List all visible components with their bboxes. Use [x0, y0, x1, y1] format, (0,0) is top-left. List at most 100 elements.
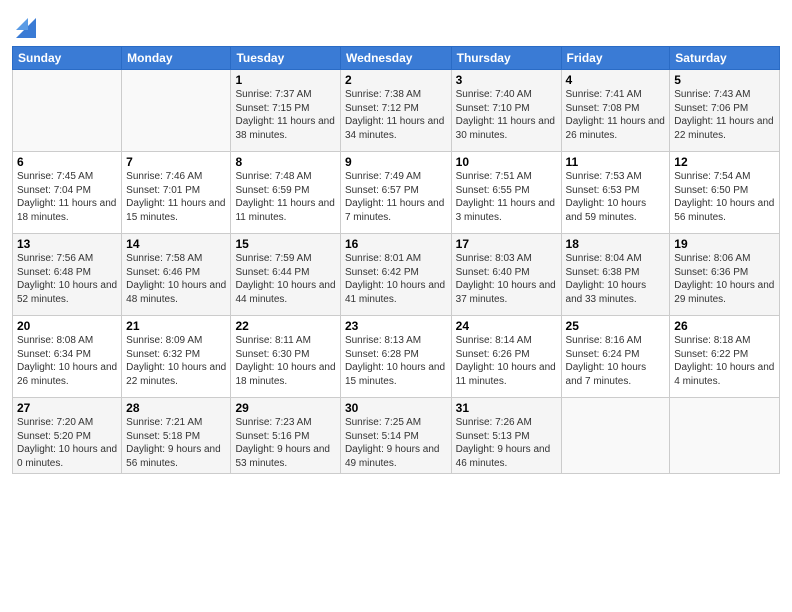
day-info: Sunrise: 7:48 AMSunset: 6:59 PMDaylight:…: [235, 170, 335, 224]
day-info: Sunrise: 7:21 AMSunset: 5:18 PMDaylight:…: [126, 416, 226, 470]
calendar-cell: 17Sunrise: 8:03 AMSunset: 6:40 PMDayligh…: [451, 234, 561, 316]
day-info: Sunrise: 7:46 AMSunset: 7:01 PMDaylight:…: [126, 170, 226, 224]
day-number: 18: [566, 237, 666, 251]
page: SundayMondayTuesdayWednesdayThursdayFrid…: [0, 0, 792, 612]
day-number: 28: [126, 401, 226, 415]
day-info: Sunrise: 7:45 AMSunset: 7:04 PMDaylight:…: [17, 170, 117, 224]
logo-icon: [16, 10, 36, 38]
day-number: 17: [456, 237, 557, 251]
calendar-cell: 23Sunrise: 8:13 AMSunset: 6:28 PMDayligh…: [340, 316, 451, 398]
day-number: 26: [674, 319, 775, 333]
calendar-cell: 22Sunrise: 8:11 AMSunset: 6:30 PMDayligh…: [231, 316, 340, 398]
day-number: 15: [235, 237, 335, 251]
day-number: 12: [674, 155, 775, 169]
calendar-cell: 25Sunrise: 8:16 AMSunset: 6:24 PMDayligh…: [561, 316, 670, 398]
calendar-cell: 27Sunrise: 7:20 AMSunset: 5:20 PMDayligh…: [13, 398, 122, 474]
calendar-cell: 5Sunrise: 7:43 AMSunset: 7:06 PMDaylight…: [670, 70, 780, 152]
day-info: Sunrise: 8:13 AMSunset: 6:28 PMDaylight:…: [345, 334, 447, 388]
calendar-cell: 3Sunrise: 7:40 AMSunset: 7:10 PMDaylight…: [451, 70, 561, 152]
day-info: Sunrise: 7:51 AMSunset: 6:55 PMDaylight:…: [456, 170, 557, 224]
day-info: Sunrise: 7:56 AMSunset: 6:48 PMDaylight:…: [17, 252, 117, 306]
col-header-wednesday: Wednesday: [340, 47, 451, 70]
day-info: Sunrise: 7:37 AMSunset: 7:15 PMDaylight:…: [235, 88, 335, 142]
calendar-cell: 1Sunrise: 7:37 AMSunset: 7:15 PMDaylight…: [231, 70, 340, 152]
day-number: 2: [345, 73, 447, 87]
calendar-cell: 10Sunrise: 7:51 AMSunset: 6:55 PMDayligh…: [451, 152, 561, 234]
day-number: 27: [17, 401, 117, 415]
day-number: 11: [566, 155, 666, 169]
day-number: 7: [126, 155, 226, 169]
day-number: 1: [235, 73, 335, 87]
day-number: 4: [566, 73, 666, 87]
day-number: 5: [674, 73, 775, 87]
col-header-tuesday: Tuesday: [231, 47, 340, 70]
day-number: 19: [674, 237, 775, 251]
day-info: Sunrise: 8:18 AMSunset: 6:22 PMDaylight:…: [674, 334, 775, 388]
calendar-cell: 9Sunrise: 7:49 AMSunset: 6:57 PMDaylight…: [340, 152, 451, 234]
day-info: Sunrise: 8:01 AMSunset: 6:42 PMDaylight:…: [345, 252, 447, 306]
calendar-cell: 29Sunrise: 7:23 AMSunset: 5:16 PMDayligh…: [231, 398, 340, 474]
calendar-cell: 13Sunrise: 7:56 AMSunset: 6:48 PMDayligh…: [13, 234, 122, 316]
calendar-cell: 15Sunrise: 7:59 AMSunset: 6:44 PMDayligh…: [231, 234, 340, 316]
calendar-cell: 12Sunrise: 7:54 AMSunset: 6:50 PMDayligh…: [670, 152, 780, 234]
day-info: Sunrise: 7:41 AMSunset: 7:08 PMDaylight:…: [566, 88, 666, 142]
calendar-cell: 2Sunrise: 7:38 AMSunset: 7:12 PMDaylight…: [340, 70, 451, 152]
logo: [12, 10, 36, 38]
day-info: Sunrise: 7:23 AMSunset: 5:16 PMDaylight:…: [235, 416, 335, 470]
calendar-cell: [13, 70, 122, 152]
day-info: Sunrise: 7:53 AMSunset: 6:53 PMDaylight:…: [566, 170, 666, 224]
day-info: Sunrise: 8:11 AMSunset: 6:30 PMDaylight:…: [235, 334, 335, 388]
calendar-cell: [670, 398, 780, 474]
calendar-cell: 19Sunrise: 8:06 AMSunset: 6:36 PMDayligh…: [670, 234, 780, 316]
calendar-table: SundayMondayTuesdayWednesdayThursdayFrid…: [12, 46, 780, 474]
day-info: Sunrise: 7:20 AMSunset: 5:20 PMDaylight:…: [17, 416, 117, 470]
calendar-cell: 24Sunrise: 8:14 AMSunset: 6:26 PMDayligh…: [451, 316, 561, 398]
day-number: 16: [345, 237, 447, 251]
day-number: 6: [17, 155, 117, 169]
calendar-cell: 7Sunrise: 7:46 AMSunset: 7:01 PMDaylight…: [122, 152, 231, 234]
col-header-monday: Monday: [122, 47, 231, 70]
day-number: 10: [456, 155, 557, 169]
day-info: Sunrise: 7:58 AMSunset: 6:46 PMDaylight:…: [126, 252, 226, 306]
day-info: Sunrise: 8:09 AMSunset: 6:32 PMDaylight:…: [126, 334, 226, 388]
calendar-cell: 11Sunrise: 7:53 AMSunset: 6:53 PMDayligh…: [561, 152, 670, 234]
calendar-cell: [561, 398, 670, 474]
day-number: 30: [345, 401, 447, 415]
calendar-week-1: 1Sunrise: 7:37 AMSunset: 7:15 PMDaylight…: [13, 70, 780, 152]
day-info: Sunrise: 7:38 AMSunset: 7:12 PMDaylight:…: [345, 88, 447, 142]
calendar-cell: [122, 70, 231, 152]
day-number: 13: [17, 237, 117, 251]
day-number: 20: [17, 319, 117, 333]
day-number: 3: [456, 73, 557, 87]
calendar-week-4: 20Sunrise: 8:08 AMSunset: 6:34 PMDayligh…: [13, 316, 780, 398]
day-info: Sunrise: 8:14 AMSunset: 6:26 PMDaylight:…: [456, 334, 557, 388]
calendar-cell: 30Sunrise: 7:25 AMSunset: 5:14 PMDayligh…: [340, 398, 451, 474]
calendar-week-2: 6Sunrise: 7:45 AMSunset: 7:04 PMDaylight…: [13, 152, 780, 234]
col-header-thursday: Thursday: [451, 47, 561, 70]
day-number: 24: [456, 319, 557, 333]
calendar-cell: 20Sunrise: 8:08 AMSunset: 6:34 PMDayligh…: [13, 316, 122, 398]
day-number: 25: [566, 319, 666, 333]
day-info: Sunrise: 8:03 AMSunset: 6:40 PMDaylight:…: [456, 252, 557, 306]
col-header-friday: Friday: [561, 47, 670, 70]
day-info: Sunrise: 7:43 AMSunset: 7:06 PMDaylight:…: [674, 88, 775, 142]
day-number: 14: [126, 237, 226, 251]
day-info: Sunrise: 8:04 AMSunset: 6:38 PMDaylight:…: [566, 252, 666, 306]
calendar-cell: 26Sunrise: 8:18 AMSunset: 6:22 PMDayligh…: [670, 316, 780, 398]
day-info: Sunrise: 8:08 AMSunset: 6:34 PMDaylight:…: [17, 334, 117, 388]
calendar-week-3: 13Sunrise: 7:56 AMSunset: 6:48 PMDayligh…: [13, 234, 780, 316]
calendar-cell: 16Sunrise: 8:01 AMSunset: 6:42 PMDayligh…: [340, 234, 451, 316]
day-info: Sunrise: 7:54 AMSunset: 6:50 PMDaylight:…: [674, 170, 775, 224]
calendar-cell: 18Sunrise: 8:04 AMSunset: 6:38 PMDayligh…: [561, 234, 670, 316]
calendar-cell: 14Sunrise: 7:58 AMSunset: 6:46 PMDayligh…: [122, 234, 231, 316]
calendar-header-row: SundayMondayTuesdayWednesdayThursdayFrid…: [13, 47, 780, 70]
col-header-saturday: Saturday: [670, 47, 780, 70]
day-number: 21: [126, 319, 226, 333]
calendar-cell: 31Sunrise: 7:26 AMSunset: 5:13 PMDayligh…: [451, 398, 561, 474]
day-info: Sunrise: 7:26 AMSunset: 5:13 PMDaylight:…: [456, 416, 557, 470]
calendar-cell: 6Sunrise: 7:45 AMSunset: 7:04 PMDaylight…: [13, 152, 122, 234]
day-info: Sunrise: 7:59 AMSunset: 6:44 PMDaylight:…: [235, 252, 335, 306]
day-info: Sunrise: 8:06 AMSunset: 6:36 PMDaylight:…: [674, 252, 775, 306]
day-number: 23: [345, 319, 447, 333]
day-info: Sunrise: 7:40 AMSunset: 7:10 PMDaylight:…: [456, 88, 557, 142]
